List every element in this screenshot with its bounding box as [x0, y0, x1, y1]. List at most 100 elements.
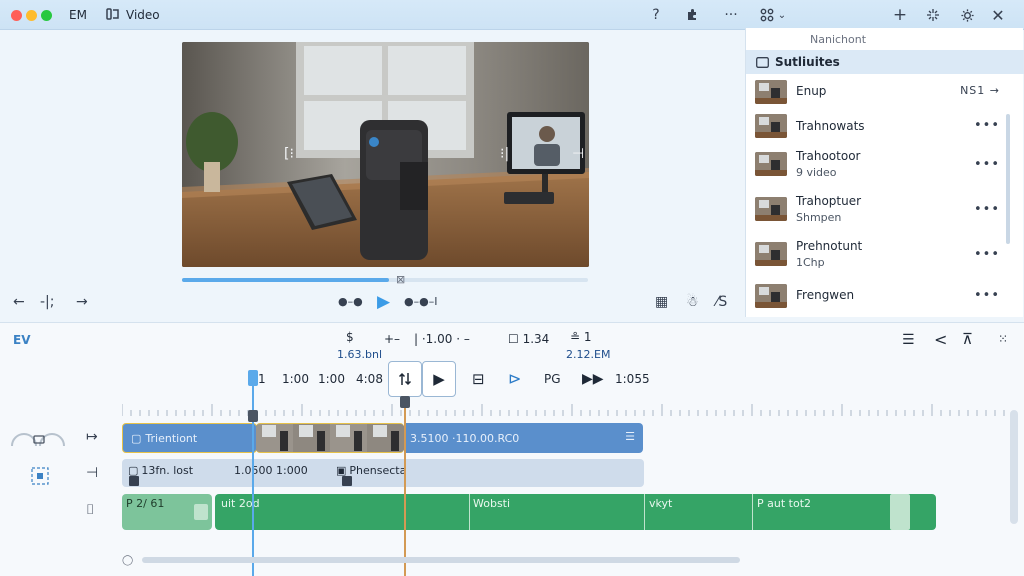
clip-thumbnail: [755, 152, 787, 176]
clip-handle[interactable]: [194, 504, 208, 520]
clip-thumbnail: [755, 114, 787, 138]
time-readout: 1:055: [615, 372, 650, 386]
clip-icon: ▢: [131, 431, 142, 445]
list-item-subtitle: 9 video: [796, 166, 837, 179]
collapse-icon[interactable]: <: [934, 330, 947, 349]
clip-label: 1.0500 1:000: [234, 463, 308, 477]
sparkle-icon[interactable]: [924, 5, 942, 25]
chevron-down-icon: ⌄: [777, 9, 787, 21]
tool-crop[interactable]: ☐ 1.34: [508, 332, 549, 346]
timeline-play-button[interactable]: ▶: [422, 361, 456, 397]
clip-menu-icon[interactable]: ☰: [625, 430, 635, 443]
export-frame-icon[interactable]: ⊠: [396, 273, 405, 286]
grid-view-icon[interactable]: ▦: [655, 294, 668, 310]
clip-thumbnail: [755, 242, 787, 266]
tool-speed[interactable]: | ·1.00 · –: [414, 332, 470, 346]
playhead-handle[interactable]: [248, 370, 258, 386]
keyframe-marker[interactable]: [342, 476, 352, 486]
tool-trim[interactable]: +–: [384, 332, 400, 346]
back-button[interactable]: ←: [13, 294, 25, 310]
audio-clip[interactable]: uit 2od Wobsti vkyt P aut tot2: [215, 494, 936, 530]
tool-audio-value: 2.12.EM: [566, 348, 611, 361]
tool-price[interactable]: $: [346, 330, 354, 344]
app-name: EM: [69, 8, 87, 22]
folder-icon: [756, 56, 769, 68]
audio-clip[interactable]: P 2/ 61: [122, 494, 212, 530]
gear-icon[interactable]: [958, 5, 976, 25]
timeline-horizontal-scrollbar[interactable]: [142, 557, 740, 563]
fast-forward-icon[interactable]: ▶▶: [582, 371, 604, 387]
list-view-icon[interactable]: ☰: [902, 332, 915, 348]
more-horizontal-icon[interactable]: ···: [722, 5, 740, 25]
list-item[interactable]: Prehnotunt 1Chp •••: [746, 234, 1008, 278]
previous-frame-button[interactable]: ●–●: [338, 295, 363, 308]
next-frame-button[interactable]: ●–●–I: [404, 295, 437, 308]
media-panel: Nanichont Sutliuites Enup NS1 → Trahnowa…: [745, 28, 1024, 318]
selection-tool-icon[interactable]: [28, 464, 52, 488]
list-item-trailing[interactable]: NS1 →: [960, 84, 1000, 97]
clip-thumbnail: [755, 284, 787, 308]
clip-thumbnail: [755, 197, 787, 221]
overlay-clip[interactable]: 1.0500 1:000: [234, 462, 308, 478]
minimize-window-button[interactable]: [26, 10, 37, 21]
clip-thumbnail: [755, 80, 787, 104]
ripple-edit-button[interactable]: [388, 361, 422, 397]
more-options-icon[interactable]: •••: [974, 288, 1000, 303]
video-track-icon[interactable]: ↦: [86, 429, 98, 445]
more-options-icon[interactable]: •••: [974, 202, 1000, 217]
preview-clip-icon[interactable]: ⊳: [508, 369, 521, 388]
list-item-title: Trahoptuer: [796, 194, 862, 208]
video-clip[interactable]: ▢ Trientiont: [122, 423, 257, 453]
maximize-window-button[interactable]: [41, 10, 52, 21]
out-point-marker[interactable]: [400, 396, 410, 408]
time-marker-3: 1:00: [318, 372, 345, 386]
list-item[interactable]: Trahootoor 9 video •••: [746, 144, 1008, 188]
puzzle-icon[interactable]: [684, 5, 700, 25]
tool-audio[interactable]: ≗ 1: [570, 330, 592, 344]
video-preview[interactable]: [⁝ ⁝| ⊣: [182, 42, 589, 267]
keyframe-icon[interactable]: PG: [544, 372, 561, 386]
zoom-icon[interactable]: ◯: [122, 555, 133, 566]
audio-track-icon[interactable]: ⌷: [86, 502, 94, 518]
trim-right-handle-icon[interactable]: ⊣: [572, 146, 584, 162]
video-clip[interactable]: 3.5100 ·110.00.RC0 ☰: [404, 423, 643, 453]
panel-scrollbar[interactable]: [1006, 114, 1010, 244]
tab-video-label: Video: [126, 8, 160, 22]
crop-left-handle-icon[interactable]: [⁝: [284, 146, 294, 162]
close-window-button[interactable]: [11, 10, 22, 21]
forward-button[interactable]: →: [76, 294, 88, 310]
preview-progress-bar[interactable]: [182, 278, 588, 282]
in-point-marker[interactable]: [248, 410, 258, 422]
snapshot-icon[interactable]: ⊟: [472, 370, 485, 388]
list-item[interactable]: Trahnowats •••: [746, 104, 1008, 148]
close-icon[interactable]: ✕: [990, 5, 1006, 25]
list-item-title: Trahootoor: [796, 149, 861, 163]
tab-video[interactable]: Video: [106, 6, 160, 24]
split-button[interactable]: -|;: [40, 294, 55, 310]
timeline-vertical-scrollbar[interactable]: [1010, 410, 1018, 524]
adjust-icon[interactable]: ⊼: [962, 330, 973, 348]
grid-layout-icon[interactable]: ⌄: [756, 5, 790, 25]
panel-caption: Nanichont: [810, 33, 867, 46]
playhead[interactable]: [252, 372, 254, 576]
keyframe-marker[interactable]: [129, 476, 139, 486]
out-point-line[interactable]: [404, 396, 406, 576]
list-item[interactable]: Frengwen •••: [746, 274, 1008, 318]
clip-end-handle[interactable]: [890, 494, 910, 530]
more-options-icon[interactable]: •••: [974, 157, 1000, 172]
list-item[interactable]: Trahoptuer Shmpen •••: [746, 189, 1008, 233]
clip-label: Phensecta: [349, 463, 407, 477]
plus-icon[interactable]: +: [892, 5, 908, 25]
overlay-track-icon[interactable]: ⊣: [86, 465, 98, 481]
help-icon[interactable]: ?: [648, 5, 664, 25]
clip-filmstrip[interactable]: [256, 423, 404, 453]
list-item-title: Frengwen: [796, 288, 855, 302]
play-button[interactable]: ▶: [377, 292, 390, 312]
more-options-icon[interactable]: •••: [974, 118, 1000, 133]
audio-meter-icon[interactable]: [10, 428, 66, 448]
speed-icon[interactable]: ⁄S: [716, 294, 727, 310]
more-options-icon[interactable]: •••: [974, 247, 1000, 262]
crop-right-handle-icon[interactable]: ⁝|: [500, 146, 509, 162]
expand-icon[interactable]: ⁙: [998, 332, 1008, 346]
mood-icon[interactable]: ☃: [686, 294, 699, 310]
